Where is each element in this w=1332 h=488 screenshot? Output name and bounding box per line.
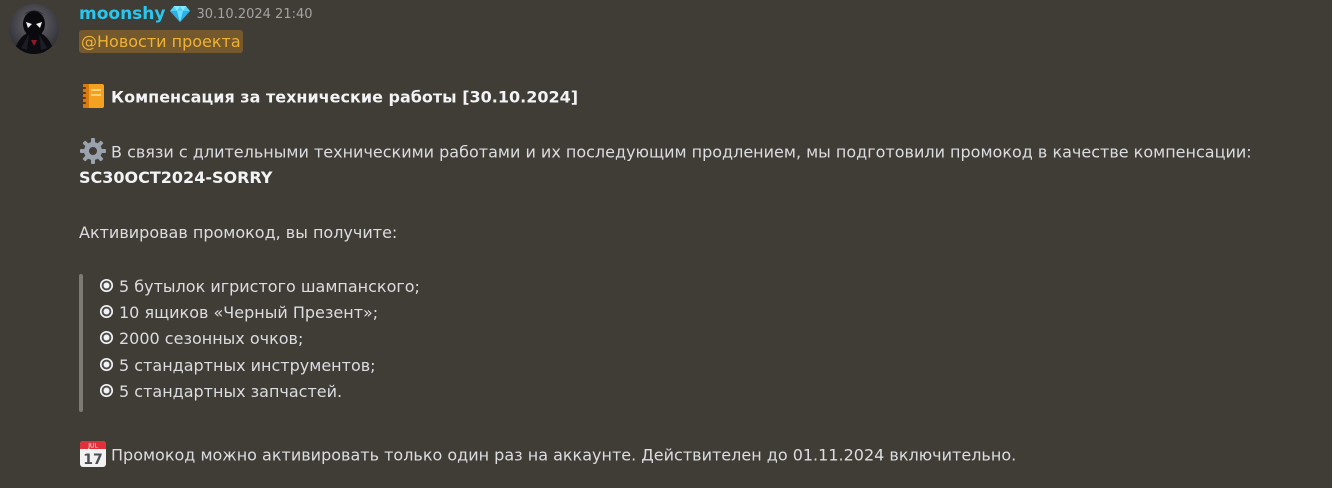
chat-message: moonshy 30.10.2024 21:40 @Новости проект… <box>0 0 1332 488</box>
radio-bullet-icon <box>99 305 114 319</box>
gear-icon <box>79 137 107 165</box>
reward-text: 5 стандартных запчастей. <box>119 381 343 401</box>
intro-text: В связи с длительными техническими работ… <box>111 142 1252 162</box>
message-header: moonshy 30.10.2024 21:40 <box>79 2 313 26</box>
rewards-blockquote: 5 бутылок игристого шампанского; 10 ящик… <box>79 274 420 412</box>
footer-text-line: JUL 17 Промокод можно активировать тольк… <box>79 440 1017 470</box>
blockquote-bar <box>79 274 83 412</box>
reward-text: 10 ящиков «Черный Презент»; <box>119 303 379 323</box>
message-title: Компенсация за технические работы [30.10… <box>79 84 578 112</box>
calendar-icon: JUL 17 <box>79 440 107 468</box>
calendar-day: 17 <box>83 452 102 468</box>
reward-text: 2000 сезонных очков; <box>119 329 304 349</box>
activate-text: Активировав промокод, вы получите: <box>79 223 398 242</box>
reward-item: 5 стандартных инструментов; <box>99 353 420 379</box>
radio-bullet-icon <box>99 278 114 293</box>
radio-bullet-icon <box>99 383 114 397</box>
message-timestamp: 30.10.2024 21:40 <box>196 6 313 22</box>
reward-item: 5 бутылок игристого шампанского; <box>99 274 420 300</box>
notebook-icon <box>79 82 107 110</box>
avatar-image <box>9 4 59 54</box>
role-mention[interactable]: @Новости проекта <box>79 30 243 53</box>
title-text: Компенсация за технические работы [30.10… <box>111 87 579 107</box>
reward-text: 5 стандартных инструментов; <box>119 355 376 375</box>
diamond-icon <box>170 5 191 23</box>
intro-text-line: В связи с длительными техническими работ… <box>79 137 1252 167</box>
reward-item: 10 ящиков «Черный Презент»; <box>99 300 420 326</box>
reward-item: 2000 сезонных очков; <box>99 326 420 352</box>
reward-text: 5 бутылок игристого шампанского; <box>119 277 420 296</box>
calendar-month: JUL <box>87 443 98 450</box>
promo-code: SC30OCT2024-SORRY <box>79 168 273 187</box>
radio-bullet-icon <box>99 357 114 371</box>
author-name[interactable]: moonshy <box>79 4 165 24</box>
reward-item: 5 стандартных запчастей. <box>99 379 420 405</box>
avatar[interactable] <box>9 4 59 54</box>
radio-bullet-icon <box>99 331 114 345</box>
footer-text: Промокод можно активировать только один … <box>111 445 1017 465</box>
